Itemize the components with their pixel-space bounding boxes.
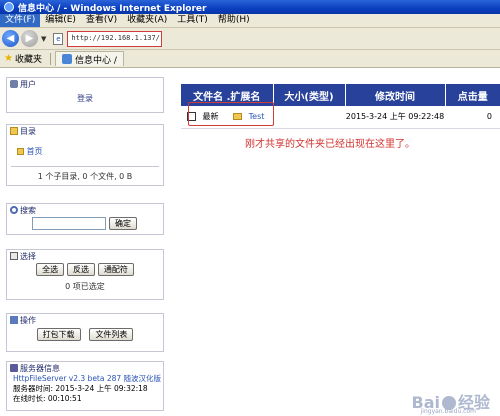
- window-title: 信息中心 / - Windows Internet Explorer: [18, 3, 207, 14]
- panel-header: 用户: [7, 78, 163, 90]
- sidebar: 用户 登录 目录 首页 1 个子目录, 0 个文件, 0 B 搜索 确定 选择 …: [6, 77, 164, 413]
- watermark-url: jingyan.baidu.com: [420, 408, 476, 415]
- search-icon: [10, 206, 18, 214]
- invert-selection-button[interactable]: 反选: [67, 263, 95, 276]
- file-table: 文件名 .扩展名 大小(类型) 修改时间 点击量 最新 Test 2015-3-…: [181, 84, 500, 129]
- select-buttons: 全选 反选 通配符: [7, 263, 163, 276]
- row-checkbox[interactable]: [187, 112, 196, 122]
- table-row: 最新 Test 2015-3-24 上午 09:22:48 0: [181, 106, 500, 129]
- divider: [49, 52, 51, 65]
- home-link-row: 首页: [17, 146, 163, 157]
- file-table-container: 文件名 .扩展名 大小(类型) 修改时间 点击量 最新 Test 2015-3-…: [181, 84, 500, 129]
- selection-status: 0 项已选定: [65, 282, 105, 291]
- folder-icon: [233, 113, 243, 121]
- directory-panel: 目录 首页 1 个子目录, 0 个文件, 0 B: [6, 124, 164, 186]
- select-panel-title: 选择: [20, 251, 36, 261]
- name-cell: 最新 Test: [181, 106, 273, 129]
- home-icon: [17, 148, 24, 155]
- column-header-size[interactable]: 大小(类型): [273, 84, 346, 106]
- panel-header: 操作: [7, 314, 163, 326]
- server-info-title: 服务器信息: [20, 363, 60, 373]
- directory-panel-title: 目录: [20, 126, 36, 136]
- forward-button[interactable]: ▶: [21, 30, 38, 47]
- action-buttons: 打包下载 文件列表: [7, 328, 163, 341]
- back-button[interactable]: ◀: [2, 30, 19, 47]
- user-panel: 用户 登录: [6, 77, 164, 113]
- favorites-star-icon[interactable]: ★: [4, 53, 13, 64]
- ie-logo-icon: [4, 2, 14, 12]
- select-all-button[interactable]: 全选: [36, 263, 65, 276]
- home-link[interactable]: 首页: [27, 147, 43, 156]
- favorites-button[interactable]: 收藏夹: [15, 52, 42, 65]
- menu-help[interactable]: 帮助(H): [213, 14, 255, 27]
- server-version-link[interactable]: HttpFileServer v2.3 beta 287 随波汉化版: [13, 374, 163, 384]
- actions-panel: 操作 打包下载 文件列表: [6, 313, 164, 352]
- folder-icon: [10, 127, 18, 135]
- menu-tools[interactable]: 工具(T): [172, 14, 213, 27]
- search-panel: 搜索 确定: [6, 203, 164, 235]
- tab-info-center[interactable]: 信息中心 /: [54, 51, 124, 66]
- wildcard-button[interactable]: 通配符: [97, 263, 134, 276]
- select-panel: 选择 全选 反选 通配符 0 项已选定: [6, 249, 164, 300]
- panel-header: 服务器信息: [7, 362, 163, 374]
- tab-page-icon: [61, 54, 72, 64]
- file-list-button[interactable]: 文件列表: [89, 328, 134, 341]
- checkbox-icon: [10, 252, 18, 260]
- search-input[interactable]: [32, 217, 106, 230]
- server-icon: [10, 364, 18, 372]
- menu-edit[interactable]: 编辑(E): [40, 14, 81, 27]
- chevron-down-icon[interactable]: ▼: [41, 35, 46, 43]
- search-row: 确定: [32, 217, 163, 230]
- menu-bar: 文件(F) 编辑(E) 查看(V) 收藏夹(A) 工具(T) 帮助(H): [0, 14, 500, 28]
- table-header-row: 文件名 .扩展名 大小(类型) 修改时间 点击量: [181, 84, 500, 106]
- archive-download-button[interactable]: 打包下载: [36, 328, 81, 341]
- panel-header: 选择: [7, 250, 163, 262]
- tab-title: 信息中心 /: [74, 55, 117, 66]
- modified-cell: 2015-3-24 上午 09:22:48: [345, 106, 445, 129]
- panel-header: 目录: [7, 125, 163, 137]
- page-content: 用户 登录 目录 首页 1 个子目录, 0 个文件, 0 B 搜索 确定 选择 …: [0, 69, 500, 416]
- menu-view[interactable]: 查看(V): [81, 14, 122, 27]
- column-header-hits[interactable]: 点击量: [445, 84, 500, 106]
- directory-summary: 1 个子目录, 0 个文件, 0 B: [37, 172, 133, 181]
- window-title-bar: 信息中心 / - Windows Internet Explorer: [0, 0, 500, 14]
- search-panel-title: 搜索: [20, 205, 36, 215]
- server-uptime: 在线时长: 00:10:51: [13, 394, 82, 403]
- page-icon: e: [53, 32, 64, 45]
- server-time: 服务器时间: 2015-3-24 上午 09:32:18: [13, 384, 148, 393]
- server-info-body: HttpFileServer v2.3 beta 287 随波汉化版 服务器时间…: [7, 374, 163, 404]
- annotation-text: 刚才共享的文件夹已经出现在这里了。: [245, 139, 415, 150]
- panel-header: 搜索: [7, 204, 163, 216]
- actions-panel-title: 操作: [20, 315, 36, 325]
- user-icon: [10, 80, 18, 88]
- user-panel-title: 用户: [20, 79, 36, 89]
- column-header-modified[interactable]: 修改时间: [345, 84, 446, 106]
- menu-favorites[interactable]: 收藏夹(A): [122, 14, 172, 27]
- url-input[interactable]: http://192.168.1.137/: [67, 30, 163, 47]
- address-bar: ◀ ▶ ▼ e http://192.168.1.137/: [0, 28, 500, 50]
- new-badge: 最新: [202, 112, 219, 122]
- menu-file[interactable]: 文件(F): [0, 14, 41, 27]
- action-icon: [10, 316, 18, 324]
- divider: [11, 166, 159, 167]
- size-cell: [273, 106, 345, 129]
- hits-cell: 0: [445, 106, 500, 129]
- folder-link[interactable]: Test: [249, 112, 265, 121]
- server-info-panel: 服务器信息 HttpFileServer v2.3 beta 287 随波汉化版…: [6, 361, 164, 411]
- column-header-name[interactable]: 文件名 .扩展名: [181, 84, 274, 106]
- login-link[interactable]: 登录: [7, 93, 163, 104]
- favorites-bar: ★ 收藏夹 信息中心 /: [0, 50, 500, 68]
- search-confirm-button[interactable]: 确定: [109, 217, 137, 230]
